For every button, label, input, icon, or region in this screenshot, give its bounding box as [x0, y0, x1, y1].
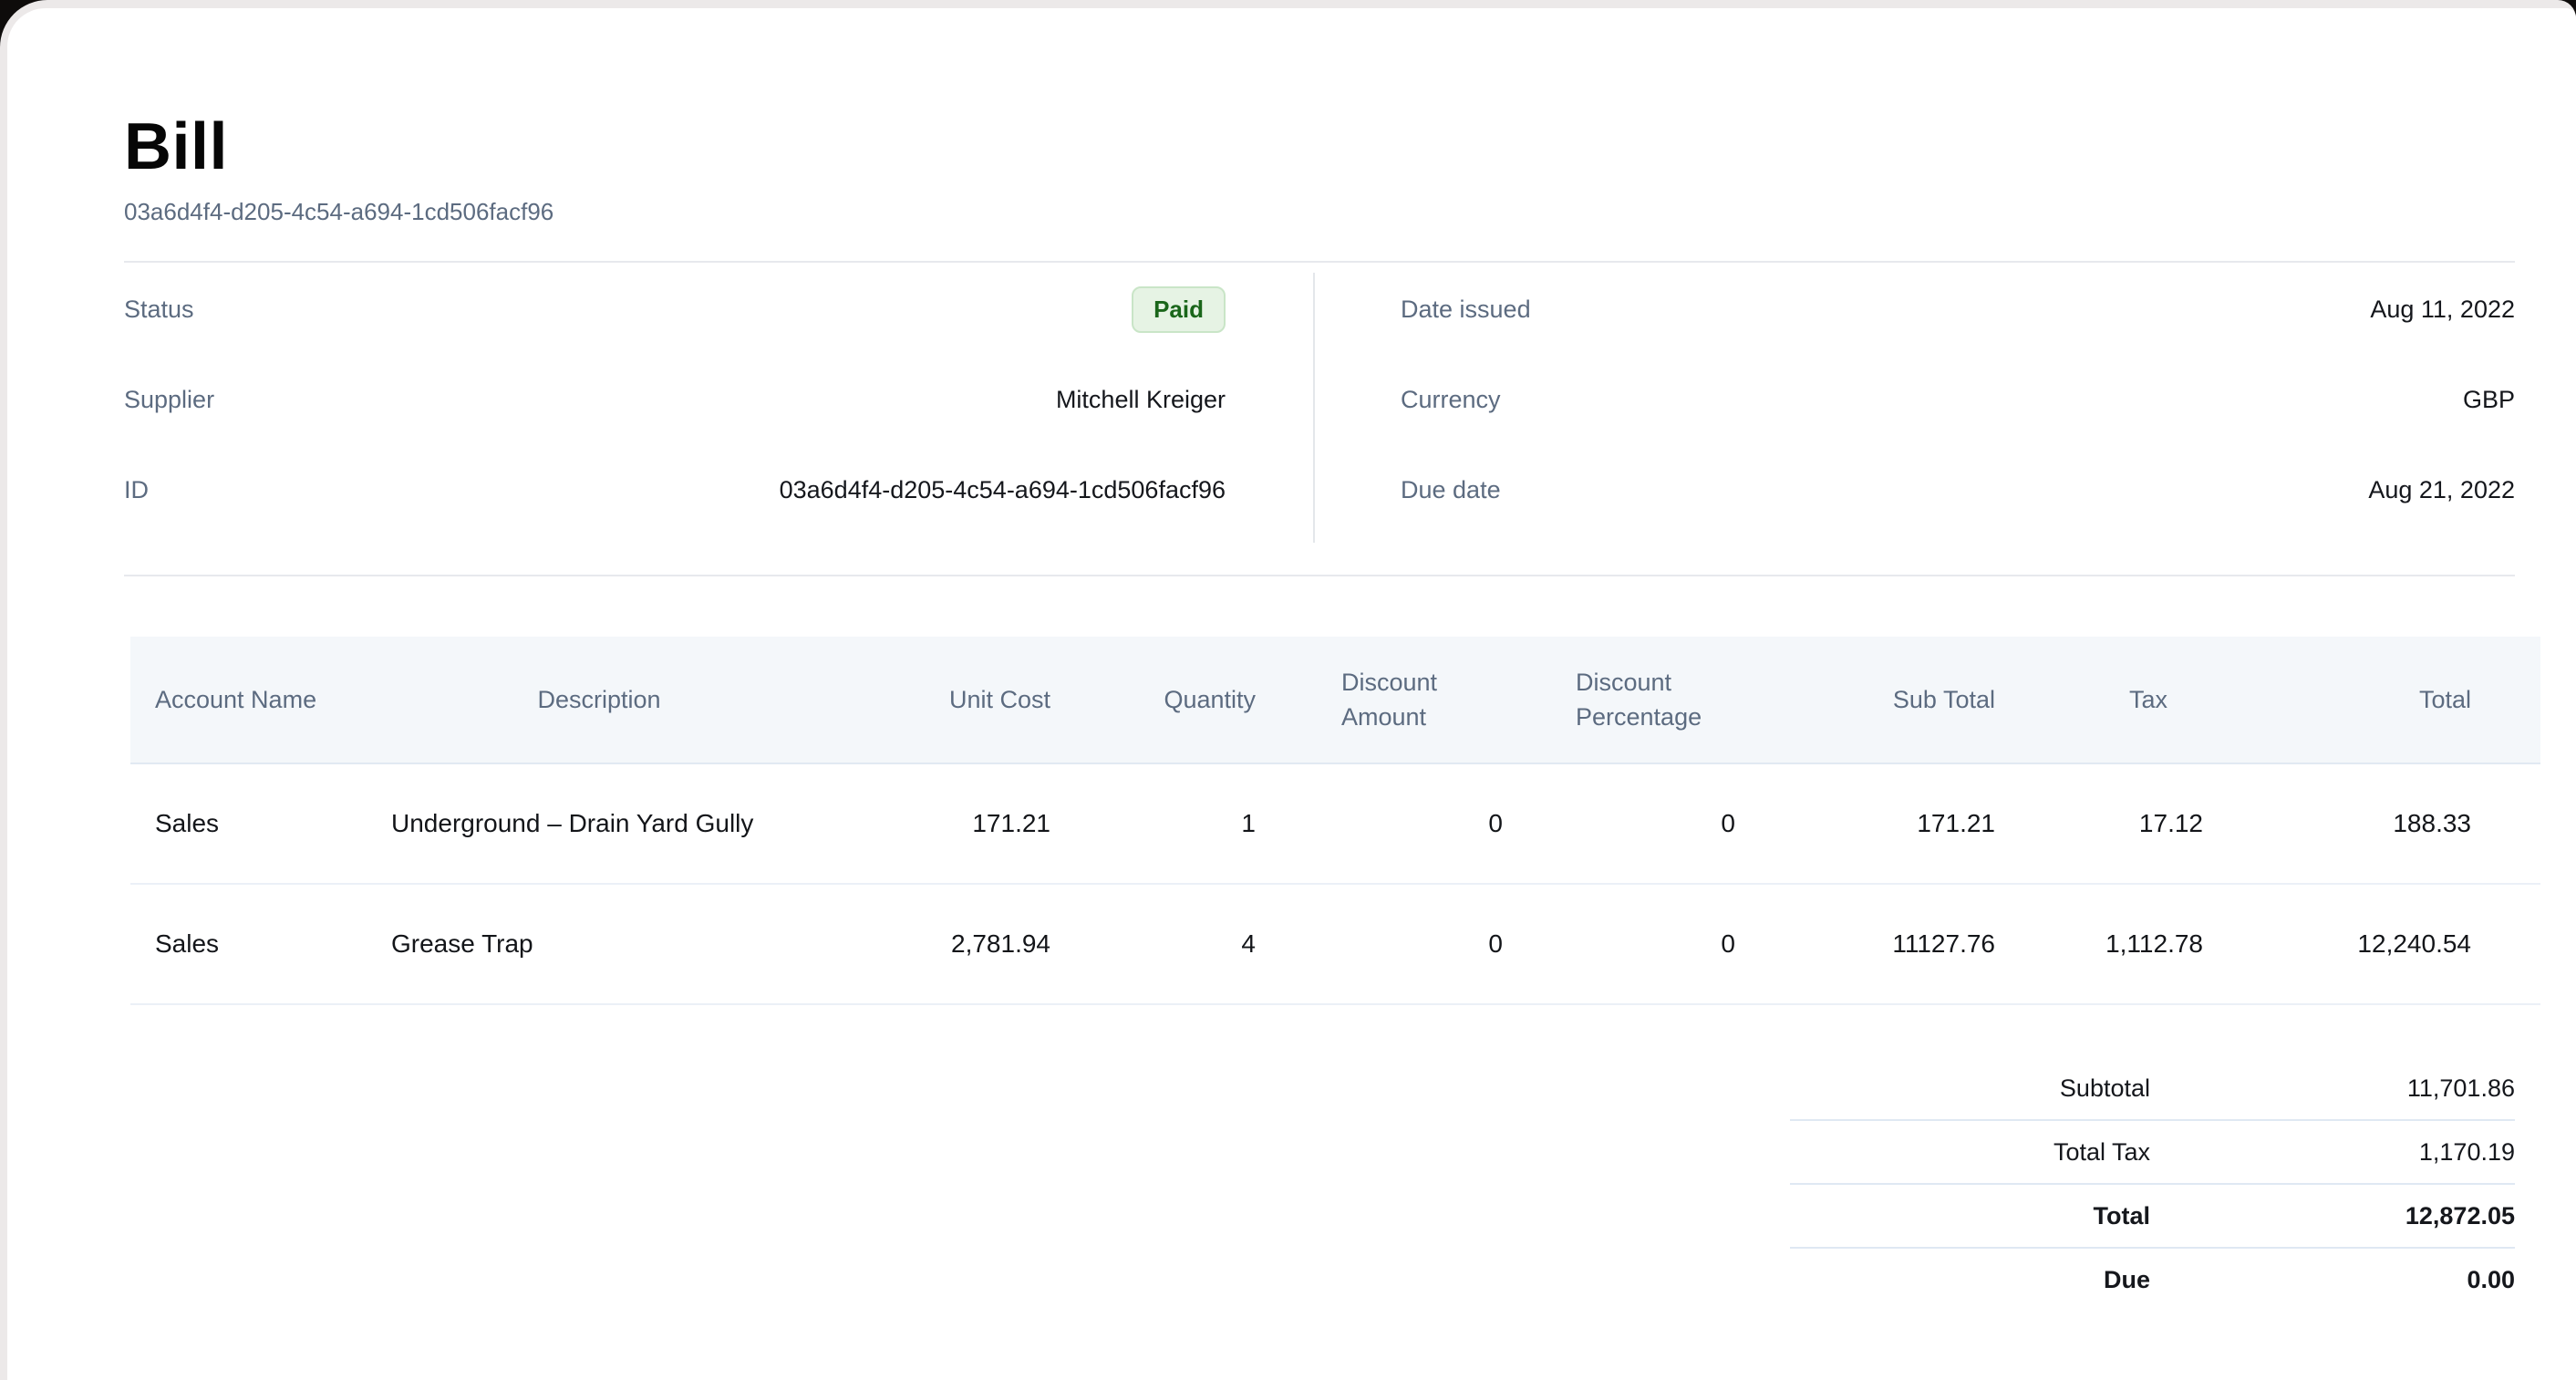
summary-row-due: Due 0.00 [1790, 1247, 2515, 1311]
total-label: Total [1790, 1202, 2150, 1230]
divider-under-title [124, 261, 2515, 263]
bill-id-subtitle: 03a6d4f4-d205-4c54-a694-1cd506facf96 [124, 198, 553, 225]
date-issued-label: Date issued [1401, 296, 1531, 324]
summary-row-total-tax: Total Tax 1,170.19 [1790, 1119, 2515, 1183]
supplier-value: Mitchell Kreiger [1056, 386, 1226, 414]
col-header-sub-total: Sub Total [1760, 637, 2020, 763]
table-row: Sales Grease Trap 2,781.94 4 0 0 11127.7… [130, 884, 2540, 1004]
total-value: 12,872.05 [2150, 1202, 2515, 1230]
due-date-label: Due date [1401, 476, 1501, 504]
cell-sub-total: 11127.76 [1760, 884, 2020, 1004]
due-date-value: Aug 21, 2022 [2368, 476, 2515, 504]
total-tax-value: 1,170.19 [2150, 1138, 2515, 1167]
col-header-total: Total [2228, 637, 2540, 763]
col-header-discount-amount: Discount Amount [1280, 637, 1527, 763]
cell-sub-total: 171.21 [1760, 763, 2020, 884]
details-vertical-divider [1313, 273, 1315, 543]
currency-label: Currency [1401, 386, 1501, 414]
col-header-description: Description [367, 637, 832, 763]
cell-description: Grease Trap [367, 884, 832, 1004]
cell-total: 188.33 [2228, 763, 2540, 884]
status-label: Status [124, 296, 194, 324]
line-items-table: Account Name Description Unit Cost Quant… [130, 637, 2540, 1005]
cell-description: Underground – Drain Yard Gully [367, 763, 832, 884]
cell-tax: 1,112.78 [2020, 884, 2228, 1004]
totals-summary: Subtotal 11,701.86 Total Tax 1,170.19 To… [1790, 1057, 2515, 1311]
page-title: Bill [124, 114, 228, 180]
detail-row-currency: Currency GBP [1401, 355, 2515, 445]
subtotal-label: Subtotal [1790, 1074, 2150, 1103]
cell-quantity: 4 [1075, 884, 1280, 1004]
status-badge: Paid [1132, 286, 1226, 333]
summary-row-total: Total 12,872.05 [1790, 1183, 2515, 1247]
detail-row-supplier: Supplier Mitchell Kreiger [124, 355, 1226, 445]
due-value: 0.00 [2150, 1266, 2515, 1294]
col-header-tax: Tax [2020, 637, 2228, 763]
col-header-account-name: Account Name [130, 637, 367, 763]
detail-row-id: ID 03a6d4f4-d205-4c54-a694-1cd506facf96 [124, 445, 1226, 535]
summary-row-subtotal: Subtotal 11,701.86 [1790, 1057, 2515, 1119]
subtotal-value: 11,701.86 [2150, 1074, 2515, 1103]
cell-discount-amount: 0 [1280, 884, 1527, 1004]
detail-row-date-issued: Date issued Aug 11, 2022 [1401, 265, 2515, 355]
cell-discount-percentage: 0 [1527, 884, 1760, 1004]
currency-value: GBP [2463, 386, 2515, 414]
cell-account-name: Sales [130, 763, 367, 884]
cell-account-name: Sales [130, 884, 367, 1004]
cell-unit-cost: 171.21 [832, 763, 1075, 884]
detail-row-due-date: Due date Aug 21, 2022 [1401, 445, 2515, 535]
table-header-row: Account Name Description Unit Cost Quant… [130, 637, 2540, 763]
cell-unit-cost: 2,781.94 [832, 884, 1075, 1004]
due-label: Due [1790, 1266, 2150, 1294]
divider-under-details [124, 575, 2515, 576]
id-label: ID [124, 476, 149, 504]
cell-discount-amount: 0 [1280, 763, 1527, 884]
table-row: Sales Underground – Drain Yard Gully 171… [130, 763, 2540, 884]
cell-tax: 17.12 [2020, 763, 2228, 884]
id-value: 03a6d4f4-d205-4c54-a694-1cd506facf96 [780, 476, 1226, 504]
total-tax-label: Total Tax [1790, 1138, 2150, 1167]
cell-discount-percentage: 0 [1527, 763, 1760, 884]
bill-page-card: Bill 03a6d4f4-d205-4c54-a694-1cd506facf9… [7, 8, 2576, 1380]
detail-row-status: Status Paid [124, 265, 1226, 355]
date-issued-value: Aug 11, 2022 [2370, 296, 2515, 324]
col-header-discount-percentage: Discount Percentage [1527, 637, 1760, 763]
cell-total: 12,240.54 [2228, 884, 2540, 1004]
col-header-quantity: Quantity [1075, 637, 1280, 763]
col-header-unit-cost: Unit Cost [832, 637, 1075, 763]
supplier-label: Supplier [124, 386, 214, 414]
cell-quantity: 1 [1075, 763, 1280, 884]
